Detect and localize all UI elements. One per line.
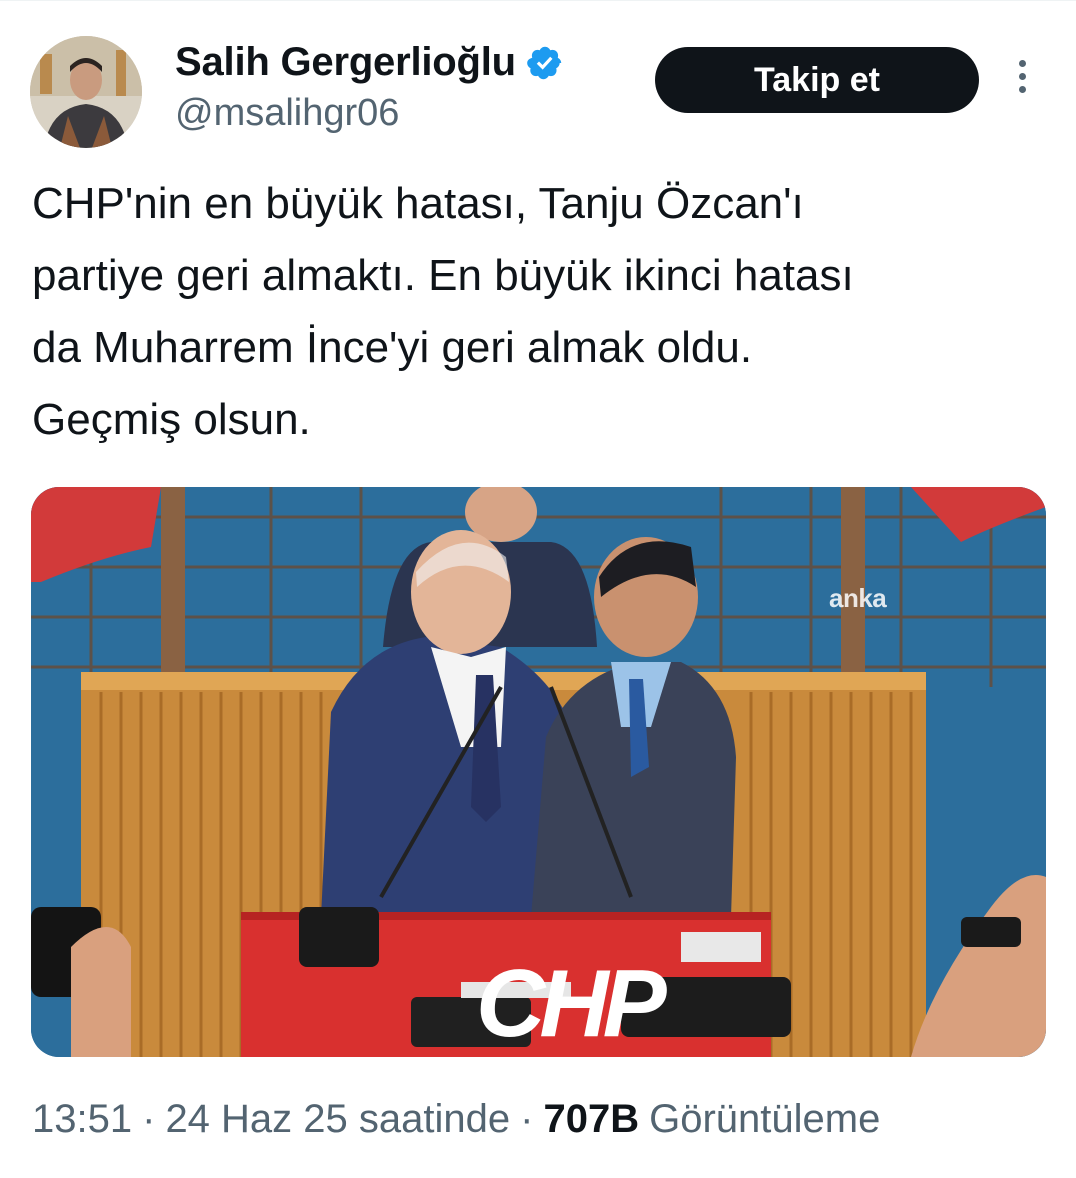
top-divider	[0, 0, 1076, 1]
avatar-photo	[30, 36, 142, 148]
more-options-icon[interactable]	[1012, 60, 1032, 100]
tweet-text: CHP'nin en büyük hatası, Tanju Özcan'ı p…	[32, 179, 854, 444]
separator-dot: ·	[142, 1097, 156, 1141]
tweet-media-image[interactable]: anka CHP	[31, 487, 1046, 1057]
tweet-meta: 13:51 · 24 Haz 25 saatinde · 707B Görünt…	[32, 1097, 880, 1142]
avatar[interactable]	[30, 36, 142, 148]
tweet-time[interactable]: 13:51	[32, 1097, 132, 1142]
follow-button[interactable]: Takip et	[655, 47, 979, 113]
name-row: Salih Gergerlioğlu	[175, 40, 564, 85]
podium-logo-text: CHP	[476, 950, 667, 1057]
separator-dot: ·	[520, 1097, 534, 1141]
user-handle[interactable]: @msalihgr06	[175, 92, 399, 135]
views-count[interactable]: 707B	[543, 1097, 639, 1142]
views-label[interactable]: Görüntüleme	[649, 1097, 880, 1142]
dot	[1018, 60, 1026, 67]
watermark-text: anka	[829, 583, 887, 613]
dot	[1018, 86, 1026, 93]
verified-badge-icon[interactable]	[526, 44, 564, 82]
display-name[interactable]: Salih Gergerlioğlu	[175, 40, 516, 85]
tweet-date[interactable]: 24 Haz 25 saatinde	[165, 1097, 510, 1142]
dot	[1018, 73, 1026, 80]
